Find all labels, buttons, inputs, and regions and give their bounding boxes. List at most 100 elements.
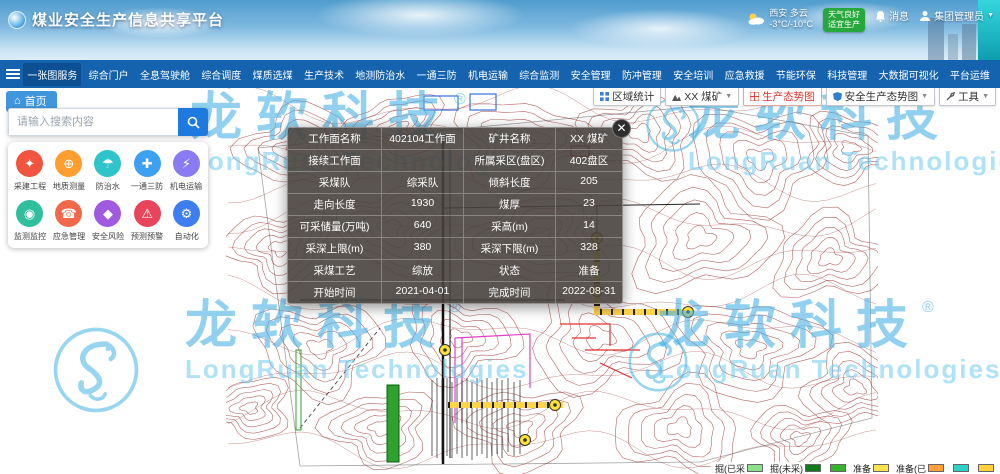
- legend-item: 掘(已采: [715, 462, 763, 474]
- user-icon: [919, 10, 931, 22]
- popup-value: [382, 150, 464, 172]
- legend-item: [828, 464, 846, 472]
- nav-item-coal-quality[interactable]: 煤质选煤: [249, 63, 297, 86]
- nav-item-platform-ops[interactable]: 平台运维: [946, 63, 994, 86]
- popup-value: 205: [556, 172, 622, 194]
- quick-item-safety-risk[interactable]: ◆ 安全风险: [88, 200, 127, 242]
- main-nav: 一张图服务 综合门户 全息驾驶舱 综合调度 煤质选煤 生产技术 地测防治水 一通…: [0, 60, 1000, 88]
- nav-item-portal[interactable]: 综合门户: [85, 63, 133, 86]
- nav-item-geology-water[interactable]: 地测防治水: [351, 63, 409, 86]
- popup-label: 煤厚: [464, 194, 556, 216]
- popup-value: 2021-04-01: [382, 282, 464, 303]
- popup-value: 380: [382, 238, 464, 260]
- search-input[interactable]: [8, 108, 178, 136]
- mine-select-dropdown[interactable]: XX 煤矿 ▼: [665, 86, 739, 106]
- search-button[interactable]: [178, 108, 208, 136]
- workface-info-popup: ✕ 工作面名称 402104工作面 矿井名称 XX 煤矿 接续工作面 所属采区(…: [287, 127, 623, 304]
- ventilation-icon: ✚: [134, 150, 161, 177]
- nav-item-dispatch[interactable]: 综合调度: [197, 63, 245, 86]
- quick-item-mining-construction[interactable]: ✦ 采建工程: [10, 150, 49, 192]
- popup-label: 接续工作面: [288, 150, 382, 172]
- nav-item-holographic-cockpit[interactable]: 全息驾驶舱: [136, 63, 194, 86]
- popup-label: 倾斜长度: [464, 172, 556, 194]
- quick-launch-panel: ✦ 采建工程 ⊕ 地质测量 ☂ 防治水 ✚ 一通三防 ⚡ 机电运输 ◉ 监测监控…: [8, 142, 208, 248]
- popup-value: 2022-08-31: [556, 282, 622, 303]
- page-title: 煤业安全生产信息共享平台: [32, 9, 224, 30]
- emergency-mgmt-icon: ☎: [55, 200, 82, 227]
- popup-label: 采深上限(m): [288, 238, 382, 260]
- legend-item: [976, 464, 994, 472]
- nav-item-production-tech[interactable]: 生产技术: [300, 63, 348, 86]
- bell-icon: [875, 10, 886, 22]
- automation-icon: ⚙: [173, 200, 200, 227]
- app-header: 煤业安全生产信息共享平台 西安 多云 -3°C/-10°C 天气良好 适宜生产 …: [0, 0, 1000, 60]
- popup-value: 402盘区: [556, 150, 622, 172]
- nav-item-ventilation[interactable]: 一通三防: [413, 63, 461, 86]
- shield-icon: [833, 92, 842, 101]
- close-icon[interactable]: ✕: [612, 119, 631, 138]
- weather-icon: [747, 12, 765, 26]
- safety-view-dropdown[interactable]: 安全生产态势图 ▼: [826, 86, 935, 106]
- user-menu[interactable]: 集团管理员 ▼: [919, 8, 994, 23]
- nav-item-safety-mgmt[interactable]: 安全管理: [567, 63, 615, 86]
- production-view-button[interactable]: 生产态势图: [743, 86, 822, 106]
- nav-item-safety-training[interactable]: 安全培训: [669, 63, 717, 86]
- safety-risk-icon: ◆: [94, 200, 121, 227]
- weather-status-badge: 天气良好 适宜生产: [823, 8, 865, 32]
- popup-label: 采煤工艺: [288, 260, 382, 282]
- popup-value: 402104工作面: [382, 128, 464, 150]
- quick-item-emergency-mgmt[interactable]: ☎ 应急管理: [49, 200, 88, 242]
- popup-label: 采高(m): [464, 216, 556, 238]
- tools-dropdown[interactable]: 工具 ▼: [939, 86, 996, 106]
- menu-icon[interactable]: [6, 69, 20, 79]
- home-icon: ⌂: [14, 95, 21, 107]
- popup-label: 矿井名称: [464, 128, 556, 150]
- nav-item-tech-mgmt[interactable]: 科技管理: [823, 63, 871, 86]
- popup-value: 1930: [382, 194, 464, 216]
- region-stats-button[interactable]: 区域统计: [593, 86, 661, 106]
- quick-item-water-control[interactable]: ☂ 防治水: [88, 150, 127, 192]
- popup-value: 328: [556, 238, 622, 260]
- popup-label: 状态: [464, 260, 556, 282]
- nav-item-integrated-monitoring[interactable]: 综合监测: [515, 63, 563, 86]
- weather-widget: 西安 多云 -3°C/-10°C: [747, 8, 813, 30]
- quick-item-monitoring[interactable]: ◉ 监测监控: [10, 200, 49, 242]
- nav-item-one-map-service[interactable]: 一张图服务: [23, 63, 81, 86]
- map-legend: 掘(已采 掘(未采) 准备 准备(已: [711, 462, 998, 474]
- grid-icon: [600, 92, 609, 101]
- quick-item-automation[interactable]: ⚙ 自动化: [167, 200, 206, 242]
- quick-item-ventilation[interactable]: ✚ 一通三防: [128, 150, 167, 192]
- map-toolbar: 区域统计 XX 煤矿 ▼ 生产态势图 安全生产态势图 ▼ 工具 ▼: [593, 86, 996, 106]
- electromech-transport-icon: ⚡: [173, 150, 200, 177]
- popup-label: 开始时间: [288, 282, 382, 303]
- popup-value: 14: [556, 216, 622, 238]
- search-icon: [187, 116, 200, 129]
- quick-item-electromech-transport[interactable]: ⚡ 机电运输: [167, 150, 206, 192]
- popup-label: 采煤队: [288, 172, 382, 194]
- messages-button[interactable]: 消息: [875, 8, 909, 23]
- legend-item: 准备(已: [896, 462, 944, 474]
- search-bar: [8, 108, 208, 136]
- nav-item-rockburst-mgmt[interactable]: 防冲管理: [618, 63, 666, 86]
- popup-value: 准备: [556, 260, 622, 282]
- quick-item-geology-survey[interactable]: ⊕ 地质测量: [49, 150, 88, 192]
- weather-temp: -3°C/-10°C: [769, 19, 813, 30]
- nav-item-energy-env[interactable]: 节能环保: [772, 63, 820, 86]
- popup-value: 640: [382, 216, 464, 238]
- nav-item-bigdata-viz[interactable]: 大数据可视化: [875, 63, 943, 86]
- quick-item-forecast-warning[interactable]: ⚠ 预测预警: [128, 200, 167, 242]
- popup-label: 走向长度: [288, 194, 382, 216]
- nav-item-electromech-transport[interactable]: 机电运输: [464, 63, 512, 86]
- popup-value: 综放: [382, 260, 464, 282]
- popup-value: 23: [556, 194, 622, 216]
- nav-item-emergency-rescue[interactable]: 应急救援: [721, 63, 769, 86]
- production-map-icon: [750, 92, 759, 101]
- popup-value: 综采队: [382, 172, 464, 194]
- popup-label: 工作面名称: [288, 128, 382, 150]
- legend-item: 掘(未采): [770, 462, 821, 474]
- popup-label: 所属采区(盘区): [464, 150, 556, 172]
- popup-label: 完成时间: [464, 282, 556, 303]
- monitoring-icon: ◉: [16, 200, 43, 227]
- geology-survey-icon: ⊕: [55, 150, 82, 177]
- forecast-warning-icon: ⚠: [134, 200, 161, 227]
